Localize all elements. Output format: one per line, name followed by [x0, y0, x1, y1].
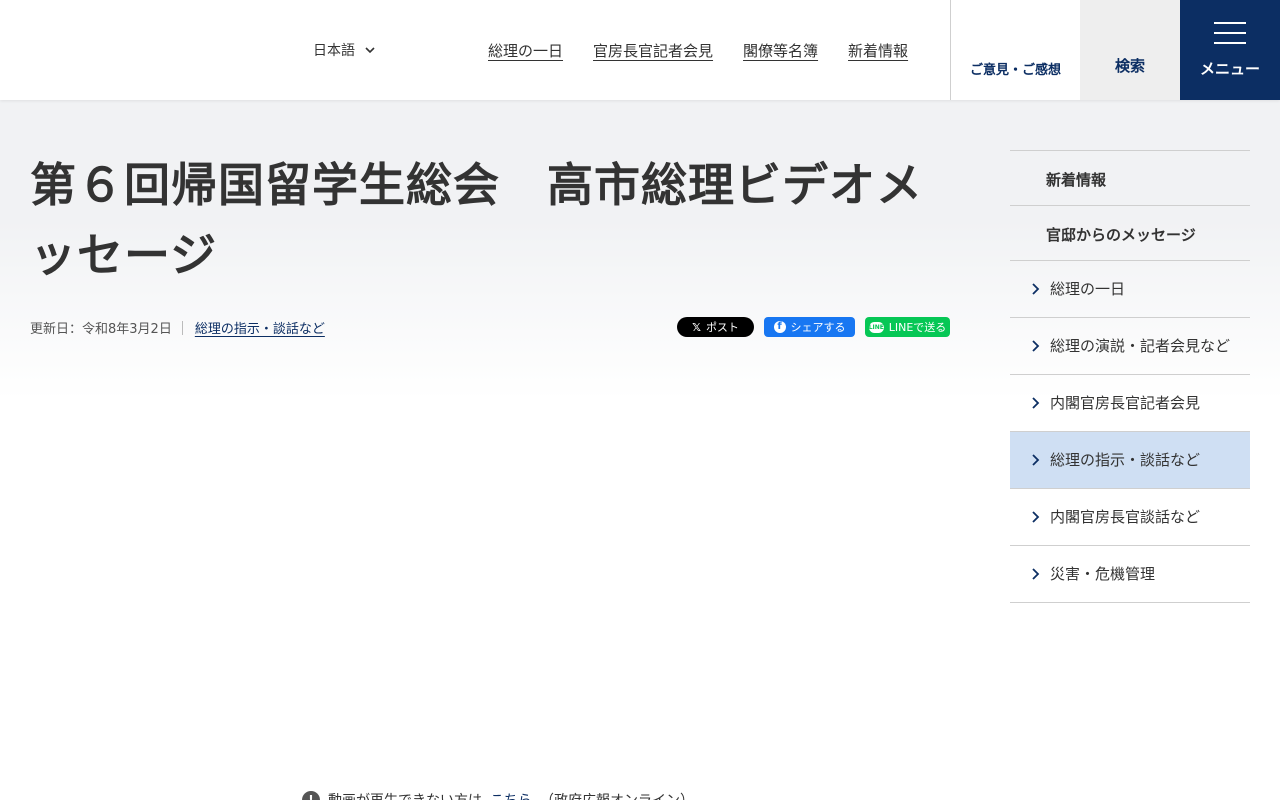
search-label: 検索: [1114, 57, 1145, 75]
sidebar-item-label: 内閣官房長官記者会見: [1050, 394, 1201, 412]
note-suffix: （政府広報オンライン）: [540, 790, 694, 800]
share-x-label: ポスト: [705, 321, 739, 334]
line-logo-icon: LINE: [868, 321, 884, 333]
menu-button[interactable]: メニュー: [1180, 0, 1280, 100]
sidebar-item-label: 総理の演説・記者会見など: [1050, 337, 1231, 355]
category-link[interactable]: 総理の指示・談話など: [195, 318, 325, 337]
sidebar-head-label: 官邸からのメッセージ: [1046, 226, 1196, 244]
sidebar-head-news[interactable]: 新着情報: [1010, 151, 1250, 206]
note-link[interactable]: こちら: [490, 790, 532, 800]
nav-link-cabinet-list[interactable]: 閣僚等名簿: [743, 40, 818, 61]
nav-link-news[interactable]: 新着情報: [848, 40, 908, 61]
sidebar-item-label: 内閣官房長官談話など: [1050, 508, 1201, 526]
menu-label: メニュー: [1199, 60, 1260, 78]
feedback-button[interactable]: ご意見・ご感想: [950, 0, 1080, 100]
chevron-right-icon: [1032, 283, 1040, 295]
facebook-logo-icon: f: [773, 321, 786, 333]
chevron-right-icon: [1032, 397, 1040, 409]
share-facebook-button[interactable]: f シェアする: [764, 317, 855, 337]
nav-link-pm-day[interactable]: 総理の一日: [488, 40, 563, 61]
chevron-right-icon: [1032, 340, 1040, 352]
share-line-label: LINEで送る: [888, 321, 947, 334]
updated-date: 更新日：令和8年3月2日: [30, 322, 172, 337]
note-text: 動画が再生できない方は: [328, 790, 482, 800]
chevron-right-icon: [1032, 454, 1040, 466]
chevron-right-icon: [1032, 568, 1040, 580]
hamburger-icon: [1214, 22, 1246, 44]
site-header: 日本語 総理の一日 官房長官記者会見 閣僚等名簿 新着情報 ご意見・ご感想 検索…: [0, 0, 1280, 100]
article-meta: 更新日：令和8年3月2日 総理の指示・談話など: [30, 318, 325, 337]
search-button[interactable]: 検索: [1080, 0, 1180, 100]
info-icon: !: [302, 791, 320, 800]
share-line-button[interactable]: LINE LINEで送る: [865, 317, 950, 337]
sidebar-head-messages[interactable]: 官邸からのメッセージ: [1010, 206, 1250, 261]
language-label: 日本語: [313, 43, 355, 59]
sidebar-head-label: 新着情報: [1046, 171, 1107, 189]
sidebar-item-label: 総理の指示・談話など: [1050, 451, 1201, 469]
share-x-button[interactable]: 𝕏 ポスト: [677, 317, 754, 337]
page-title: 第６回帰国留学生総会 高市総理ビデオメッセージ: [30, 158, 923, 282]
feedback-label: ご意見・ご感想: [969, 63, 1061, 78]
sidebar-item-chief-cabinet-press[interactable]: 内閣官房長官記者会見: [1010, 375, 1250, 432]
sidebar-item-disaster[interactable]: 災害・危機管理: [1010, 546, 1250, 603]
sidebar-item-pm-instructions[interactable]: 総理の指示・談話など: [1010, 432, 1250, 489]
sidebar-item-label: 災害・危機管理: [1050, 565, 1156, 583]
chevron-down-icon: [365, 47, 375, 54]
nav-link-press-conference[interactable]: 官房長官記者会見: [593, 40, 713, 61]
sidebar-item-pm-day[interactable]: 総理の一日: [1010, 261, 1250, 318]
sidebar-item-chief-cabinet-statements[interactable]: 内閣官房長官談話など: [1010, 489, 1250, 546]
sidebar-item-speeches[interactable]: 総理の演説・記者会見など: [1010, 318, 1250, 375]
share-facebook-label: シェアする: [790, 321, 846, 334]
global-nav: 総理の一日 官房長官記者会見 閣僚等名簿 新着情報: [488, 40, 908, 61]
meta-divider: [181, 320, 183, 335]
language-selector[interactable]: 日本語: [313, 40, 377, 60]
sidebar-item-label: 総理の一日: [1050, 280, 1126, 298]
x-logo-icon: 𝕏: [692, 320, 701, 334]
sidebar-nav: 新着情報 官邸からのメッセージ 総理の一日 総理の演説・記者会見など 内閣官房長…: [1010, 150, 1250, 603]
video-help-note: ! 動画が再生できない方はこちら （政府広報オンライン）: [302, 790, 694, 800]
chevron-right-icon: [1032, 511, 1040, 523]
